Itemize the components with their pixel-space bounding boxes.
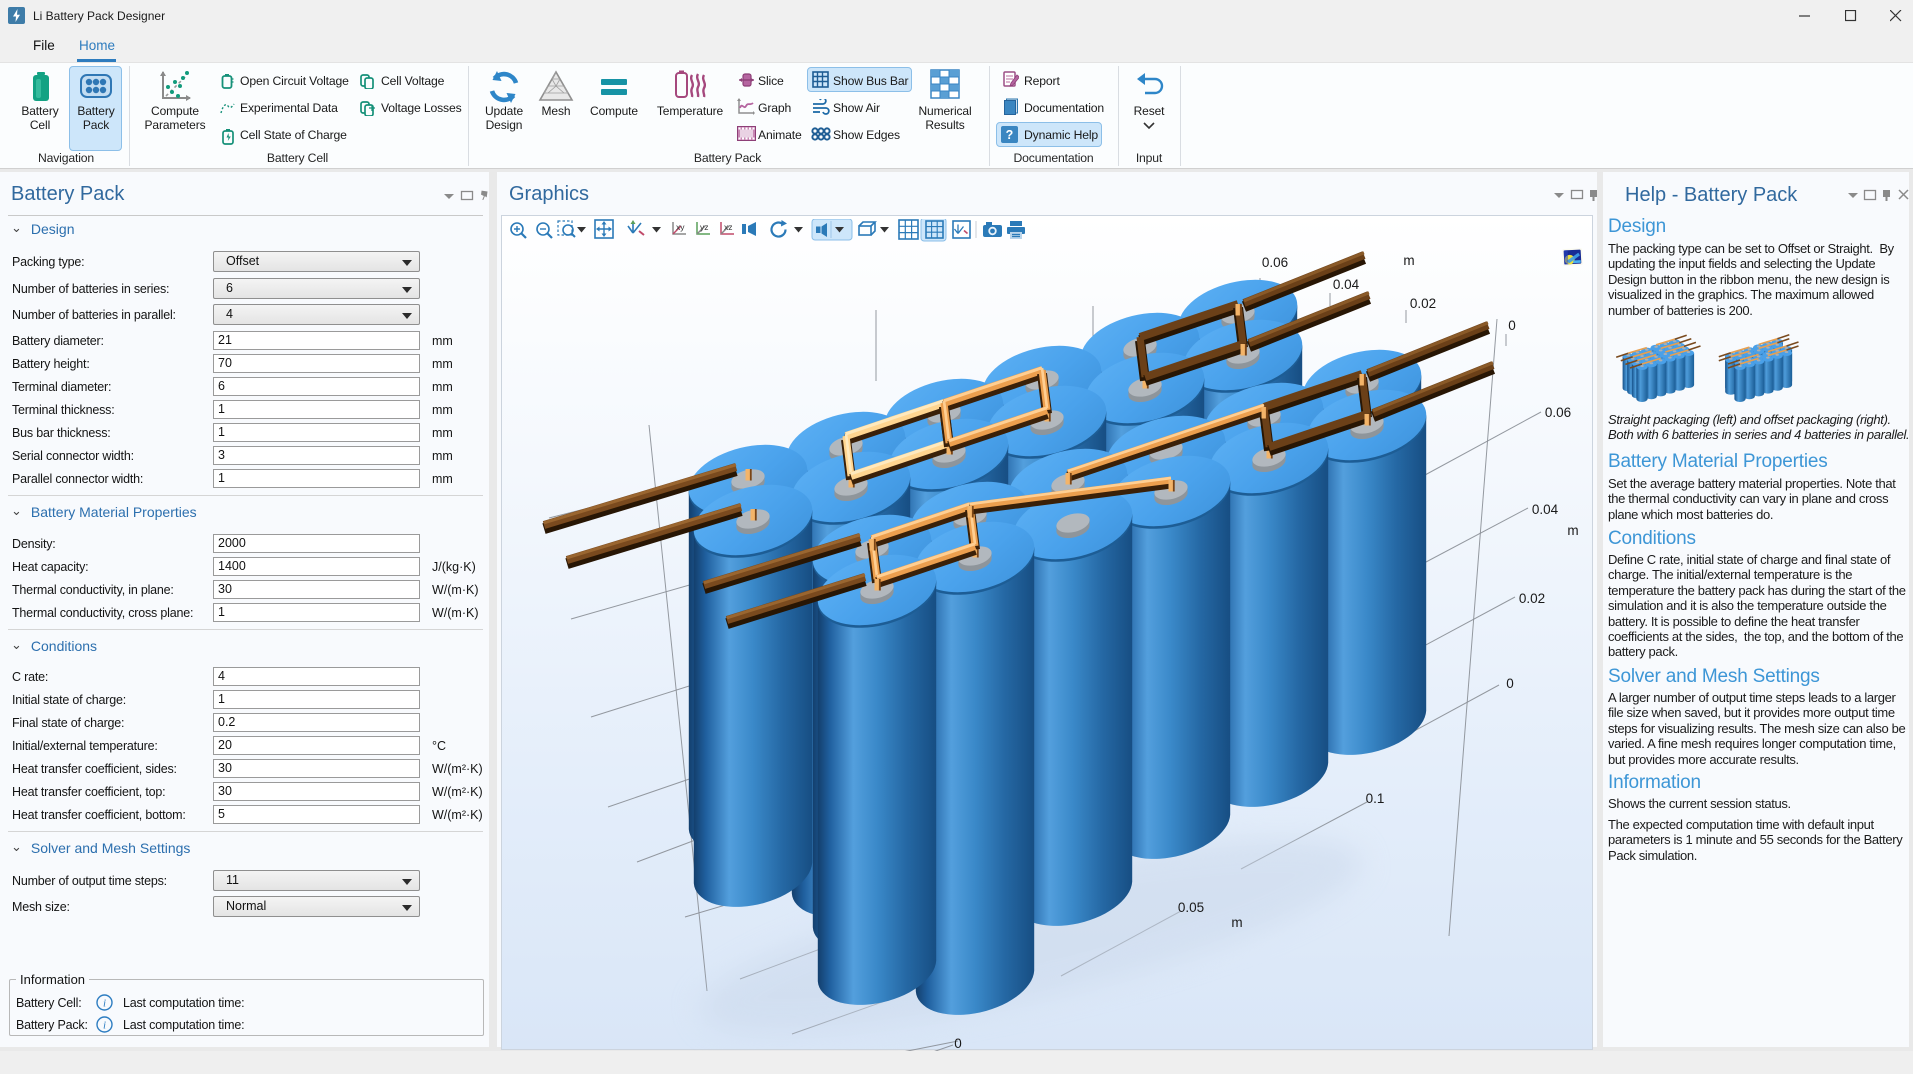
svg-text:m: m (1231, 915, 1242, 930)
svg-text:0.06: 0.06 (1545, 405, 1571, 420)
svg-text:0: 0 (1508, 318, 1516, 333)
svg-text:0.02: 0.02 (1410, 296, 1436, 311)
svg-text:?: ? (1006, 128, 1014, 142)
svg-text:0.04: 0.04 (1532, 502, 1559, 517)
svg-text:0.06: 0.06 (1262, 255, 1288, 270)
svg-text:m: m (1567, 523, 1578, 538)
svg-text:i: i (103, 998, 106, 1010)
svg-text:0: 0 (954, 1036, 962, 1051)
svg-text:0.1: 0.1 (1366, 791, 1385, 806)
svg-text:0.04: 0.04 (1333, 277, 1360, 292)
svg-text:m: m (1403, 253, 1414, 268)
svg-text:0.05: 0.05 (1178, 900, 1204, 915)
svg-text:0.02: 0.02 (1519, 591, 1545, 606)
svg-text:i: i (103, 1020, 106, 1032)
svg-text:0: 0 (1506, 676, 1514, 691)
